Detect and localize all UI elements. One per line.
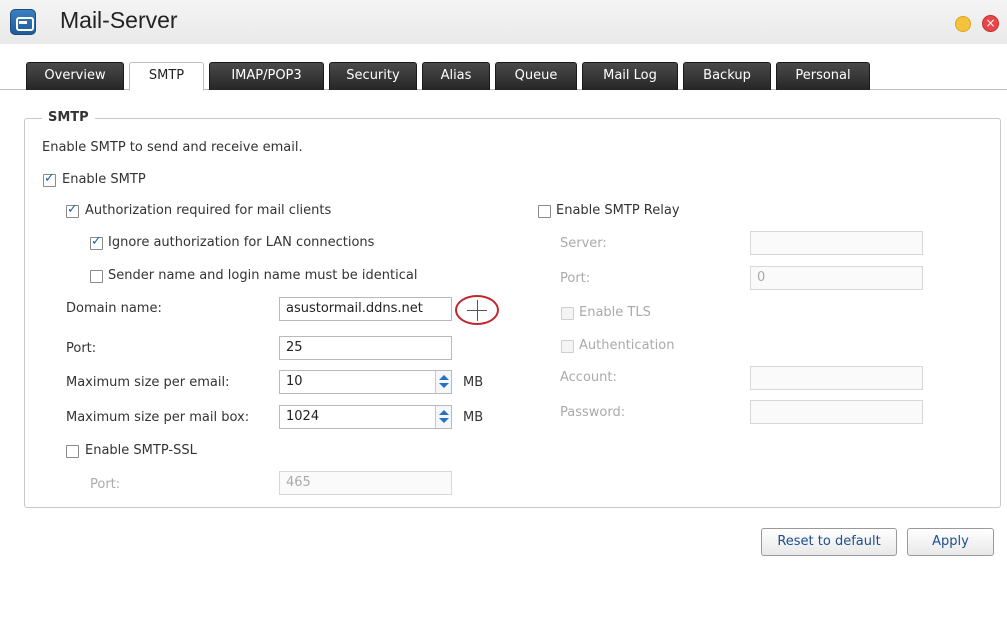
ignore-lan-checkbox[interactable] bbox=[90, 234, 103, 250]
tab-mail-log[interactable]: Mail Log bbox=[582, 62, 678, 90]
enable-smtp-ssl-label: Enable SMTP-SSL bbox=[85, 443, 197, 458]
tab-imap-pop3[interactable]: IMAP/POP3 bbox=[209, 62, 324, 90]
tab-overview[interactable]: Overview bbox=[26, 62, 124, 90]
add-icon[interactable] bbox=[455, 295, 499, 325]
enable-smtp-relay-checkbox[interactable] bbox=[538, 205, 551, 218]
max-mailbox-input[interactable]: 1024 bbox=[279, 405, 452, 429]
max-email-input[interactable]: 10 bbox=[279, 370, 452, 394]
port-label: Port: bbox=[66, 341, 97, 356]
sender-identical-checkbox[interactable] bbox=[90, 270, 103, 283]
max-mailbox-unit: MB bbox=[463, 410, 484, 425]
tab-backup[interactable]: Backup bbox=[683, 62, 771, 90]
domain-name-label: Domain name: bbox=[66, 301, 162, 316]
mail-server-icon bbox=[10, 9, 36, 35]
relay-auth-checkbox[interactable] bbox=[561, 340, 574, 353]
max-email-stepper[interactable] bbox=[435, 371, 451, 393]
spin-down-icon[interactable] bbox=[439, 418, 449, 423]
tab-alias[interactable]: Alias bbox=[422, 62, 490, 90]
auth-required-checkbox[interactable] bbox=[66, 202, 79, 218]
minimize-icon[interactable] bbox=[955, 16, 971, 32]
relay-server-input[interactable] bbox=[750, 231, 923, 255]
relay-tls-label: Enable TLS bbox=[579, 305, 651, 320]
relay-account-label: Account: bbox=[560, 370, 617, 385]
enable-smtp-ssl-checkbox[interactable] bbox=[66, 445, 79, 458]
relay-password-label: Password: bbox=[560, 405, 626, 420]
ssl-port-input[interactable]: 465 bbox=[279, 471, 452, 495]
spin-down-icon[interactable] bbox=[439, 383, 449, 388]
enable-smtp-label: Enable SMTP bbox=[62, 172, 146, 187]
ssl-port-label: Port: bbox=[90, 477, 121, 492]
max-mailbox-stepper[interactable] bbox=[435, 406, 451, 428]
relay-auth-label: Authentication bbox=[579, 338, 675, 353]
spin-up-icon[interactable] bbox=[439, 375, 449, 380]
max-email-unit: MB bbox=[463, 375, 484, 390]
tab-personal[interactable]: Personal bbox=[776, 62, 870, 90]
apply-button[interactable]: Apply bbox=[907, 528, 994, 556]
tab-strip: Overview SMTP IMAP/POP3 Security Alias Q… bbox=[0, 50, 1007, 91]
relay-account-input[interactable] bbox=[750, 366, 923, 390]
title-bar: Mail-Server × bbox=[0, 0, 1007, 44]
relay-password-input[interactable] bbox=[750, 400, 923, 424]
max-mailbox-label: Maximum size per mail box: bbox=[66, 410, 250, 425]
relay-server-label: Server: bbox=[560, 236, 607, 251]
auth-required-label: Authorization required for mail clients bbox=[85, 203, 332, 218]
enable-smtp-checkbox[interactable] bbox=[43, 171, 56, 187]
close-icon[interactable]: × bbox=[982, 15, 999, 32]
tab-smtp[interactable]: SMTP bbox=[129, 62, 204, 91]
relay-port-label: Port: bbox=[560, 271, 591, 286]
spin-up-icon[interactable] bbox=[439, 410, 449, 415]
relay-tls-checkbox[interactable] bbox=[561, 307, 574, 320]
window-title: Mail-Server bbox=[60, 7, 178, 33]
tab-security[interactable]: Security bbox=[329, 62, 417, 90]
reset-to-default-button[interactable]: Reset to default bbox=[761, 528, 897, 556]
domain-name-input[interactable]: asustormail.ddns.net bbox=[279, 297, 452, 321]
smtp-description: Enable SMTP to send and receive email. bbox=[42, 140, 303, 155]
relay-port-input[interactable]: 0 bbox=[750, 266, 923, 290]
tab-queue[interactable]: Queue bbox=[495, 62, 577, 90]
max-email-label: Maximum size per email: bbox=[66, 375, 230, 390]
enable-smtp-relay-label: Enable SMTP Relay bbox=[556, 203, 680, 218]
smtp-legend: SMTP bbox=[42, 110, 95, 125]
ignore-lan-label: Ignore authorization for LAN connections bbox=[108, 235, 375, 250]
sender-identical-label: Sender name and login name must be ident… bbox=[108, 268, 418, 283]
port-input[interactable]: 25 bbox=[279, 336, 452, 360]
